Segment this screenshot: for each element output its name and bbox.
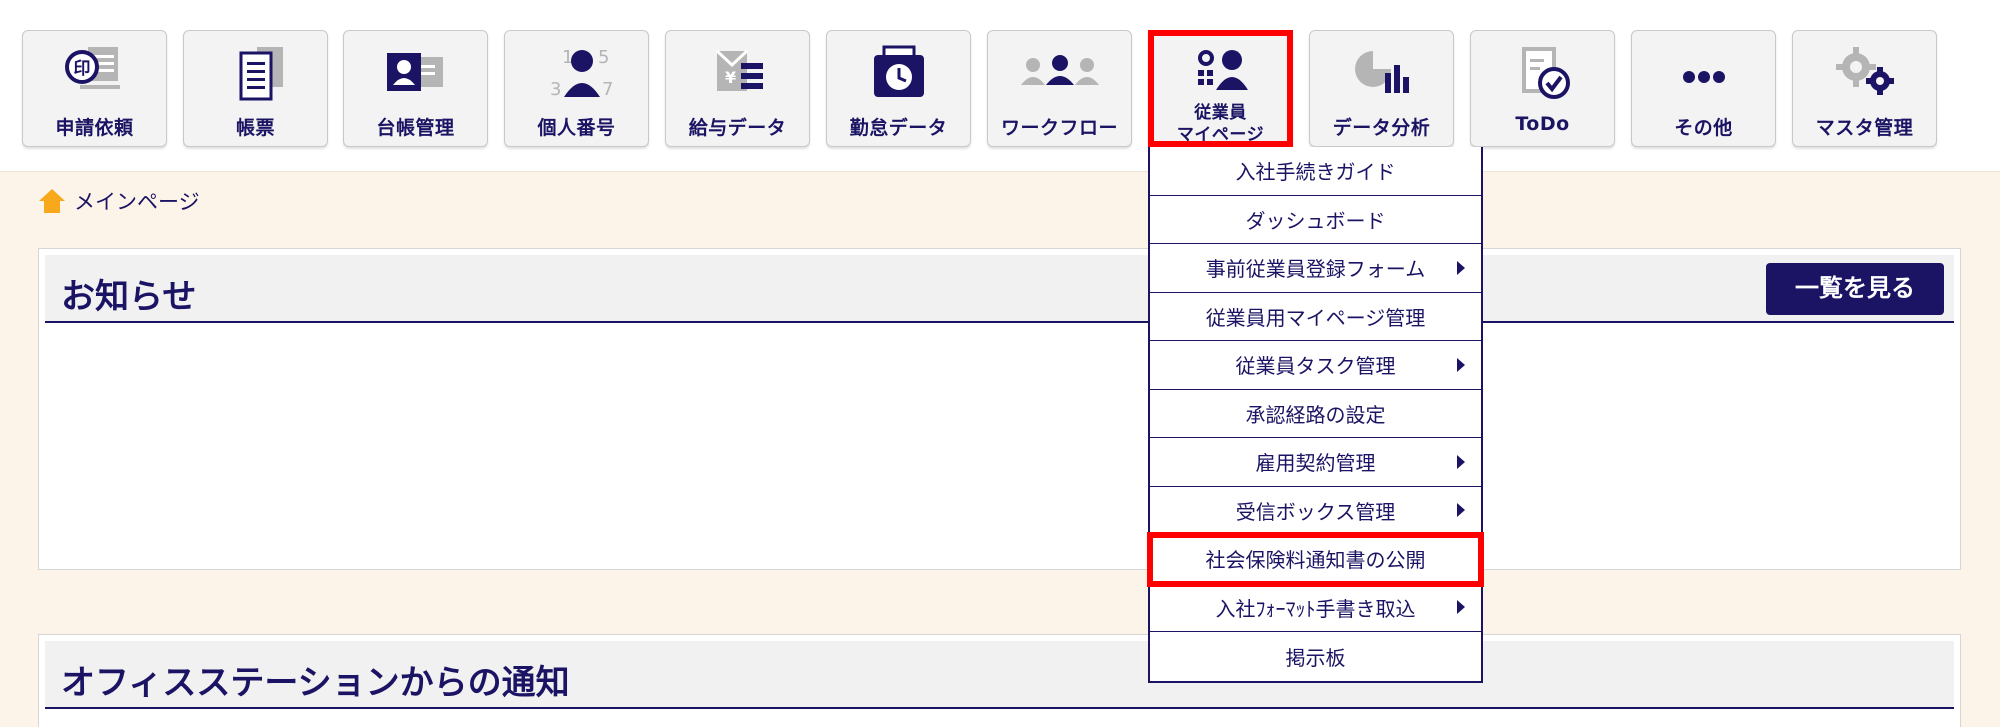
nav-tile-others[interactable]: その他	[1631, 30, 1776, 147]
nav-tile-label-line1: 従業員	[1194, 103, 1247, 123]
submenu-arrow-icon	[1457, 357, 1465, 372]
office-panel-title: オフィスステーションからの通知	[61, 663, 570, 703]
digit-label: 7	[602, 79, 613, 100]
nav-tile-label: ToDo	[1515, 113, 1570, 135]
nav-tile-personal-number[interactable]: 1 5 3 7 個人番号	[504, 30, 649, 147]
menu-item-label: 社会保険料通知書の公開	[1205, 548, 1426, 573]
nav-tile-label-line2: マイページ	[1176, 125, 1265, 145]
stamp-request-icon: 印	[23, 43, 166, 105]
svg-text:印: 印	[73, 59, 90, 79]
nav-tile-label: 台帳管理	[376, 117, 455, 139]
menu-item-label: 承認経路の設定	[1245, 402, 1386, 427]
submenu-arrow-icon	[1457, 454, 1465, 469]
nav-tile-label: マスタ管理	[1815, 117, 1914, 139]
menu-item-approval-route-settings[interactable]: 承認経路の設定	[1150, 390, 1481, 438]
top-navigation-bar: 印 申請依頼 帳票 台帳管理 1 5 3 7 個人番号 ¥ 給与データ 勤怠デー…	[0, 0, 2000, 172]
notice-panel: お知らせ 一覧を見る	[38, 248, 1961, 570]
document-form-icon	[184, 43, 327, 105]
nav-tile-label: 勤怠データ	[849, 117, 948, 139]
data-analysis-chart-icon	[1310, 43, 1453, 105]
nav-tile-label: データ分析	[1332, 117, 1431, 139]
nav-tile-label: 申請依頼	[55, 117, 134, 139]
view-all-button[interactable]: 一覧を見る	[1766, 263, 1944, 315]
employee-mypage-dropdown-menu: 入社手続きガイド ダッシュボード 事前従業員登録フォーム 従業員用マイページ管理…	[1147, 147, 1484, 683]
breadcrumb-current: メインページ	[74, 190, 200, 214]
nav-tile-employee-mypage[interactable]: 従業員 マイページ	[1148, 30, 1293, 147]
employee-mypage-icon	[1154, 48, 1287, 94]
submenu-arrow-icon	[1457, 503, 1465, 518]
menu-item-label: 従業員用マイページ管理	[1205, 305, 1426, 330]
menu-item-label: 雇用契約管理	[1255, 451, 1376, 476]
todo-check-icon	[1471, 43, 1614, 105]
notice-panel-header: お知らせ 一覧を見る	[45, 255, 1954, 323]
nav-tile-application-request[interactable]: 印 申請依頼	[22, 30, 167, 147]
digit-label: 5	[598, 47, 609, 68]
menu-item-label: 入社ﾌｫｰﾏｯﾄ手書き取込	[1215, 596, 1416, 621]
notice-panel-title: お知らせ	[61, 277, 197, 317]
menu-item-label: ダッシュボード	[1245, 208, 1386, 233]
menu-item-dashboard[interactable]: ダッシュボード	[1150, 196, 1481, 244]
nav-tile-label: 従業員 マイページ	[1154, 102, 1287, 146]
menu-item-label: 入社手続きガイド	[1235, 160, 1396, 185]
menu-item-inbox-management[interactable]: 受信ボックス管理	[1150, 487, 1481, 535]
menu-item-employee-mypage-management[interactable]: 従業員用マイページ管理	[1150, 293, 1481, 341]
nav-tile-label: 帳票	[235, 117, 275, 139]
menu-item-social-insurance-notice-publish[interactable]: 社会保険料通知書の公開	[1147, 532, 1484, 587]
menu-item-onboarding-guide[interactable]: 入社手続きガイド	[1150, 147, 1481, 196]
home-icon[interactable]	[38, 187, 66, 215]
submenu-arrow-icon	[1457, 600, 1465, 615]
office-panel-header: オフィスステーションからの通知	[45, 641, 1954, 709]
office-notification-panel: オフィスステーションからの通知	[38, 634, 1961, 727]
menu-item-employee-task-management[interactable]: 従業員タスク管理	[1150, 341, 1481, 390]
attendance-clock-icon	[827, 43, 970, 105]
nav-tile-salary-data[interactable]: ¥ 給与データ	[665, 30, 810, 147]
nav-tile-workflow[interactable]: ワークフロー	[987, 30, 1132, 147]
svg-text:¥: ¥	[725, 68, 736, 87]
digit-label: 3	[550, 79, 561, 100]
nav-tile-forms[interactable]: 帳票	[183, 30, 328, 147]
menu-item-handwritten-format-import[interactable]: 入社ﾌｫｰﾏｯﾄ手書き取込	[1150, 584, 1481, 632]
master-settings-gear-icon	[1793, 43, 1936, 105]
menu-item-employment-contract-management[interactable]: 雇用契約管理	[1150, 438, 1481, 487]
nav-tile-label: その他	[1674, 117, 1733, 139]
salary-envelope-icon: ¥	[666, 43, 809, 105]
menu-item-label: 事前従業員登録フォーム	[1205, 257, 1426, 282]
personal-number-icon: 1 5 3 7	[505, 43, 648, 105]
submenu-arrow-icon	[1457, 260, 1465, 275]
nav-tile-label: ワークフロー	[1000, 117, 1118, 139]
workflow-people-icon	[988, 43, 1131, 105]
ledger-id-card-icon	[344, 43, 487, 105]
nav-tile-data-analysis[interactable]: データ分析	[1309, 30, 1454, 147]
menu-item-bulletin-board[interactable]: 掲示板	[1150, 632, 1481, 681]
nav-tile-attendance-data[interactable]: 勤怠データ	[826, 30, 971, 147]
nav-tile-todo[interactable]: ToDo	[1470, 30, 1615, 147]
menu-item-label: 従業員タスク管理	[1235, 354, 1396, 379]
more-dots-icon	[1632, 43, 1775, 105]
breadcrumb: メインページ	[38, 186, 200, 216]
nav-tile-label: 個人番号	[537, 117, 616, 139]
nav-tile-ledger[interactable]: 台帳管理	[343, 30, 488, 147]
menu-item-pre-registration-form[interactable]: 事前従業員登録フォーム	[1150, 244, 1481, 293]
nav-tile-master-management[interactable]: マスタ管理	[1792, 30, 1937, 147]
nav-tile-label: 給与データ	[688, 117, 787, 139]
menu-item-label: 掲示板	[1285, 645, 1346, 670]
menu-item-label: 受信ボックス管理	[1235, 499, 1396, 524]
